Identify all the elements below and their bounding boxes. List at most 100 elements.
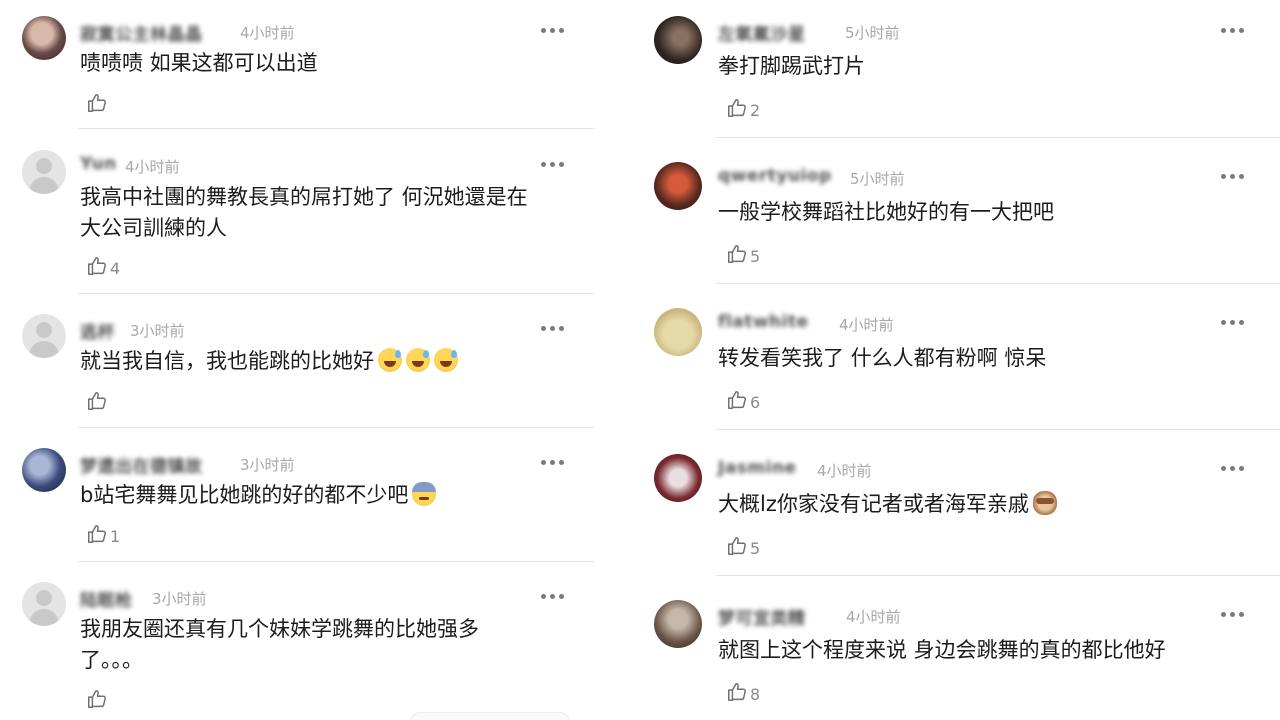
- like-button[interactable]: 5: [726, 241, 760, 267]
- divider: [716, 429, 1280, 430]
- comment-line: 大公司訓練的人: [80, 216, 227, 240]
- avatar[interactable]: [22, 582, 66, 626]
- more-options-icon[interactable]: [1221, 319, 1245, 327]
- divider: [78, 427, 595, 428]
- comment-body: 就图上这个程度来说 身边会跳舞的真的都比他好: [718, 635, 1166, 666]
- left-comment-column: 寂寞公主林晶晶 4小时前 啧啧啧 如果这都可以出道 Yun 4小时前 我高中社團…: [0, 0, 640, 720]
- thumbs-up-icon: [728, 683, 746, 701]
- like-count: 2: [750, 100, 761, 120]
- comment-body: b站宅舞舞见比她跳的好的都不少吧: [80, 480, 437, 511]
- username[interactable]: 左氧氟沙星: [718, 20, 806, 45]
- like-button[interactable]: 6: [726, 387, 760, 413]
- right-comment-column: 左氧氟沙星 5小时前 拳打脚踢武打片 2 qwertyuiop 5小时前 一般学…: [640, 0, 1280, 720]
- timestamp: 5小时前: [845, 24, 900, 42]
- like-count: 5: [750, 538, 761, 558]
- bottom-input-bar[interactable]: [410, 712, 570, 720]
- comment-line: 我朋友圈还真有几个妹妹学跳舞的比她强多: [80, 617, 479, 641]
- comment-body: 拳打脚踢武打片: [718, 51, 865, 82]
- thumbs-up-icon: [88, 525, 106, 543]
- more-options-icon[interactable]: [541, 161, 565, 169]
- divider: [78, 128, 595, 129]
- comment-body: 啧啧啧 如果这都可以出道: [80, 48, 318, 79]
- timestamp: 3小时前: [152, 590, 207, 608]
- more-options-icon[interactable]: [1221, 27, 1245, 35]
- like-count: 5: [750, 246, 761, 266]
- timestamp: 4小时前: [846, 608, 901, 626]
- username[interactable]: 陆眠枪: [80, 586, 133, 611]
- username[interactable]: Jasmine: [718, 458, 797, 478]
- divider: [78, 293, 595, 294]
- like-count: 8: [750, 684, 761, 704]
- grinning-sweat-emoji-icon: [406, 348, 430, 372]
- like-button[interactable]: [86, 90, 110, 116]
- timestamp: 4小时前: [240, 24, 295, 42]
- more-options-icon[interactable]: [541, 27, 565, 35]
- comment-line: b站宅舞舞见比她跳的好的都不少吧: [80, 480, 437, 511]
- username[interactable]: flatwhite: [718, 312, 809, 332]
- like-button[interactable]: 8: [726, 679, 760, 705]
- more-options-icon[interactable]: [541, 593, 565, 601]
- like-count: 4: [110, 258, 121, 278]
- like-button[interactable]: [86, 388, 110, 414]
- avatar[interactable]: [654, 16, 702, 64]
- avatar[interactable]: [654, 162, 702, 210]
- thumbs-up-icon: [88, 392, 106, 410]
- avatar[interactable]: [654, 454, 702, 502]
- see-no-evil-monkey-emoji-icon: [1032, 491, 1057, 515]
- comment-line: 拳打脚踢武打片: [718, 54, 865, 78]
- divider: [78, 561, 595, 562]
- thumbs-up-icon: [88, 257, 106, 275]
- avatar[interactable]: [22, 448, 66, 492]
- like-count: 1: [110, 526, 121, 546]
- avatar[interactable]: [22, 16, 66, 60]
- comment-text: 就当我自信，我也能跳的比她好: [80, 349, 374, 373]
- avatar[interactable]: [654, 600, 702, 648]
- comment-line: 啧啧啧 如果这都可以出道: [80, 51, 318, 75]
- more-options-icon[interactable]: [1221, 465, 1245, 473]
- avatar[interactable]: [654, 308, 702, 356]
- comment-body: 转发看笑我了 什么人都有粉啊 惊呆: [718, 343, 1046, 374]
- timestamp: 3小时前: [130, 322, 185, 340]
- more-options-icon[interactable]: [1221, 611, 1245, 619]
- username[interactable]: Yun: [80, 154, 117, 174]
- timestamp: 4小时前: [125, 158, 180, 176]
- divider: [716, 575, 1280, 576]
- like-count: 6: [750, 392, 761, 412]
- username[interactable]: 寂寞公主林晶晶: [80, 20, 203, 45]
- thumbs-up-icon: [728, 99, 746, 117]
- thumbs-up-icon: [728, 537, 746, 555]
- thumbs-up-icon: [88, 690, 106, 708]
- comment-line: 就当我自信，我也能跳的比她好: [80, 346, 458, 377]
- comment-body: 我朋友圈还真有几个妹妹学跳舞的比她强多 了。。。: [80, 614, 479, 676]
- divider: [716, 283, 1280, 284]
- avatar[interactable]: [22, 314, 66, 358]
- comment-line: 一般学校舞蹈社比她好的有一大把吧: [718, 200, 1054, 224]
- timestamp: 4小时前: [817, 462, 872, 480]
- more-options-icon[interactable]: [1221, 173, 1245, 181]
- downcast-sweat-emoji-icon: [412, 482, 437, 506]
- comment-body: 一般学校舞蹈社比她好的有一大把吧: [718, 197, 1054, 228]
- timestamp: 5小时前: [850, 170, 905, 188]
- like-button[interactable]: [86, 686, 110, 712]
- comment-body: 就当我自信，我也能跳的比她好: [80, 346, 458, 377]
- thumbs-up-icon: [728, 391, 746, 409]
- comment-text: 大概lz你家没有记者或者海军亲戚: [718, 492, 1029, 516]
- username[interactable]: 逃杯: [80, 318, 115, 343]
- comment-line: 大概lz你家没有记者或者海军亲戚: [718, 489, 1057, 520]
- username[interactable]: 梦遗出在德镇故: [80, 452, 203, 477]
- more-options-icon[interactable]: [541, 325, 565, 333]
- username[interactable]: 梦可宜类精: [718, 604, 806, 629]
- timestamp: 3小时前: [240, 456, 295, 474]
- like-button[interactable]: 2: [726, 95, 760, 121]
- avatar[interactable]: [22, 150, 66, 194]
- like-button[interactable]: 1: [86, 521, 120, 547]
- comment-line: 我高中社團的舞教長真的屌打她了 何況她還是在: [80, 185, 528, 209]
- like-button[interactable]: 4: [86, 253, 120, 279]
- comment-line: 转发看笑我了 什么人都有粉啊 惊呆: [718, 346, 1047, 370]
- thumbs-up-icon: [88, 94, 106, 112]
- username[interactable]: qwertyuiop: [718, 166, 832, 186]
- comment-text: b站宅舞舞见比她跳的好的都不少吧: [80, 483, 409, 507]
- more-options-icon[interactable]: [541, 459, 565, 467]
- like-button[interactable]: 5: [726, 533, 760, 559]
- thumbs-up-icon: [728, 245, 746, 263]
